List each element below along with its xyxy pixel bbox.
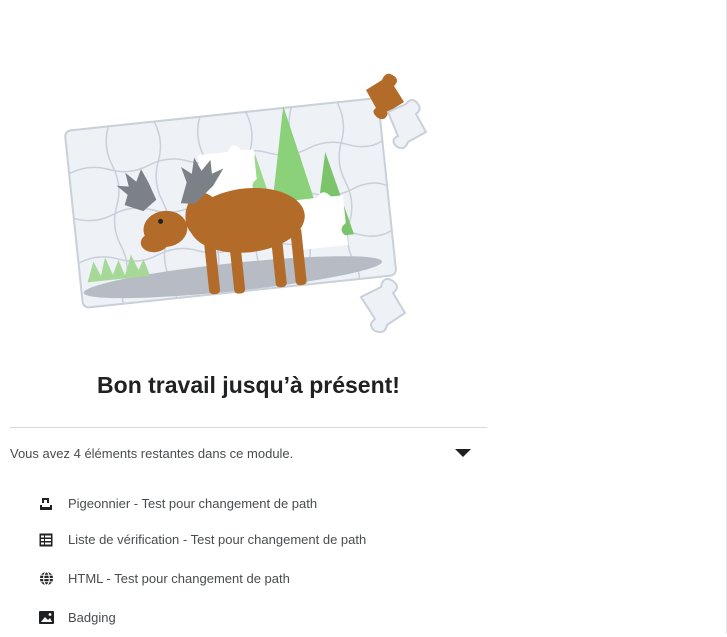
assignment-dropbox-icon xyxy=(38,496,54,512)
checklist-icon xyxy=(38,532,54,548)
item-label: Pigeonnier - Test pour changement de pat… xyxy=(68,496,318,511)
list-item[interactable]: Liste de vérification - Test pour change… xyxy=(38,520,366,559)
caret-down-icon[interactable] xyxy=(455,449,471,457)
remaining-items-text: Vous avez 4 éléments restantes dans ce m… xyxy=(10,445,294,461)
globe-icon xyxy=(38,571,54,587)
progress-heading: Bon travail jusqu’à présent! xyxy=(97,372,400,398)
list-item[interactable]: HTML - Test pour changement de path xyxy=(38,559,366,598)
list-item[interactable]: Pigeonnier - Test pour changement de pat… xyxy=(38,487,366,520)
moose-puzzle-illustration xyxy=(64,73,428,334)
remaining-items-list: Pigeonnier - Test pour changement de pat… xyxy=(38,487,366,637)
list-item[interactable]: Badging xyxy=(38,598,366,637)
remaining-items-toggle[interactable]: Vous avez 4 éléments restantes dans ce m… xyxy=(10,436,477,470)
divider xyxy=(10,427,487,428)
item-label: Liste de vérification - Test pour change… xyxy=(68,532,367,547)
item-label: Badging xyxy=(68,610,116,625)
image-icon xyxy=(38,610,54,626)
item-label: HTML - Test pour changement de path xyxy=(68,571,290,586)
